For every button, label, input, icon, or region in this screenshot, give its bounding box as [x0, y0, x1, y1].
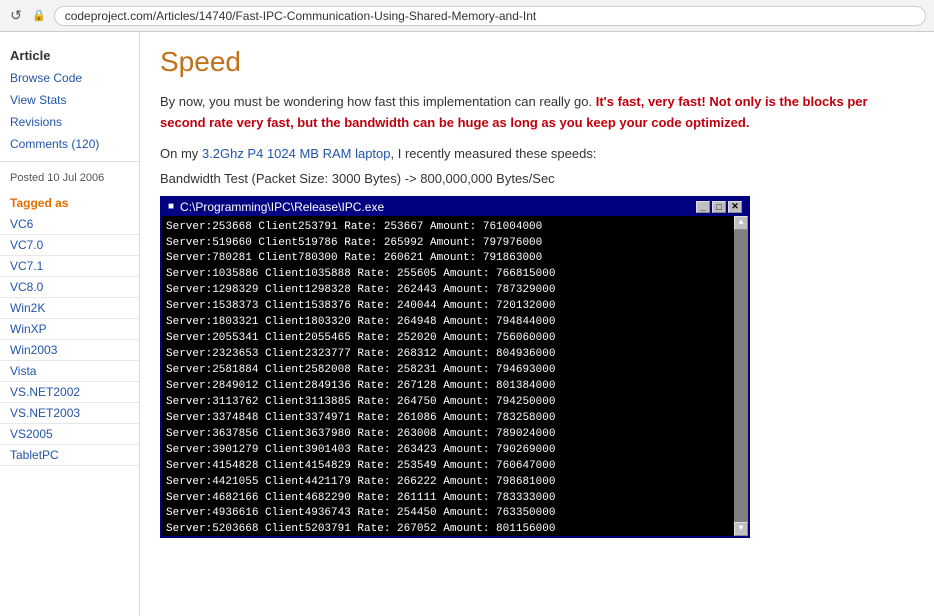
- console-scrollbar[interactable]: ▲ ▼: [734, 216, 748, 536]
- console-line: Server:3113762 Client3113885 Rate: 26475…: [166, 395, 728, 411]
- lock-icon: 🔒: [32, 9, 46, 22]
- main-content: Speed By now, you must be wondering how …: [140, 32, 934, 616]
- sidebar-tagged-label: Tagged as: [0, 188, 139, 214]
- sidebar-article-title: Article: [0, 42, 139, 67]
- intro-text-part1: By now, you must be wondering how fast t…: [160, 94, 596, 109]
- console-scroll-down[interactable]: ▼: [734, 522, 748, 536]
- console-line: Server:253668 Client253791 Rate: 253667 …: [166, 220, 728, 236]
- console-close-button[interactable]: ✕: [728, 201, 742, 213]
- console-title: C:\Programming\IPC\Release\IPC.exe: [180, 200, 384, 214]
- sidebar-tag-vc6[interactable]: VC6: [0, 214, 139, 235]
- console-titlebar-buttons: _ □ ✕: [696, 201, 742, 213]
- sidebar-divider: [0, 161, 139, 162]
- sidebar-item-revisions[interactable]: Revisions: [0, 111, 139, 133]
- console-line: Server:4154828 Client4154829 Rate: 25354…: [166, 459, 728, 475]
- console-line: Server:780281 Client780300 Rate: 260621 …: [166, 251, 728, 267]
- page-layout: Article Browse Code View Stats Revisions…: [0, 32, 934, 616]
- console-minimize-button[interactable]: _: [696, 201, 710, 213]
- sidebar-tag-vc80[interactable]: VC8.0: [0, 277, 139, 298]
- browser-bar: ↺ 🔒 codeproject.com/Articles/14740/Fast-…: [0, 0, 934, 32]
- console-line: Server:3901279 Client3901403 Rate: 26342…: [166, 443, 728, 459]
- sidebar-tag-winxp[interactable]: WinXP: [0, 319, 139, 340]
- speed-note: On my 3.2Ghz P4 1024 MB RAM laptop, I re…: [160, 146, 914, 161]
- console-line: Server:2581884 Client2582008 Rate: 25823…: [166, 363, 728, 379]
- console-line: Server:3374848 Client3374971 Rate: 26108…: [166, 411, 728, 427]
- sidebar-item-browse-code[interactable]: Browse Code: [0, 67, 139, 89]
- console-app-icon: ■: [168, 201, 174, 212]
- console-line: Server:4682166 Client4682290 Rate: 26111…: [166, 491, 728, 507]
- console-scroll-track: [734, 230, 748, 522]
- console-line: Server:2055341 Client2055465 Rate: 25202…: [166, 331, 728, 347]
- console-line: Server:1298329 Client1298328 Rate: 26244…: [166, 283, 728, 299]
- speed-note-suffix: , I recently measured these speeds:: [391, 146, 597, 161]
- console-line: Server:4421055 Client4421179 Rate: 26622…: [166, 475, 728, 491]
- section-title: Speed: [160, 46, 914, 78]
- console-line: Server:1538373 Client1538376 Rate: 24004…: [166, 299, 728, 315]
- sidebar-tag-win2003[interactable]: Win2003: [0, 340, 139, 361]
- console-line: Server:1035886 Client1035888 Rate: 25560…: [166, 267, 728, 283]
- console-line: Server:1803321 Client1803320 Rate: 26494…: [166, 315, 728, 331]
- console-line: Server:2849012 Client2849136 Rate: 26712…: [166, 379, 728, 395]
- console-titlebar: ■ C:\Programming\IPC\Release\IPC.exe _ □…: [162, 198, 748, 216]
- console-maximize-button[interactable]: □: [712, 201, 726, 213]
- sidebar-tag-win2k[interactable]: Win2K: [0, 298, 139, 319]
- speed-note-text: On my: [160, 146, 202, 161]
- speed-note-link[interactable]: 3.2Ghz P4 1024 MB RAM laptop: [202, 146, 391, 161]
- sidebar-tag-vs2005[interactable]: VS2005: [0, 424, 139, 445]
- console-body: Server:253668 Client253791 Rate: 253667 …: [162, 216, 748, 536]
- sidebar-item-view-stats[interactable]: View Stats: [0, 89, 139, 111]
- console-scroll-up[interactable]: ▲: [734, 216, 748, 230]
- console-line: Server:519660 Client519786 Rate: 265992 …: [166, 236, 728, 252]
- console-line: Server:4936616 Client4936743 Rate: 25445…: [166, 506, 728, 522]
- refresh-icon[interactable]: ↺: [8, 8, 24, 24]
- sidebar-item-comments[interactable]: Comments (120): [0, 133, 139, 155]
- sidebar-posted: Posted 10 Jul 2006: [0, 168, 139, 188]
- sidebar-tag-vsnet2002[interactable]: VS.NET2002: [0, 382, 139, 403]
- sidebar-tag-vista[interactable]: Vista: [0, 361, 139, 382]
- intro-text: By now, you must be wondering how fast t…: [160, 92, 914, 134]
- console-line: Server:5203668 Client5203791 Rate: 26705…: [166, 522, 728, 535]
- console-titlebar-left: ■ C:\Programming\IPC\Release\IPC.exe: [168, 200, 384, 214]
- console-window: ■ C:\Programming\IPC\Release\IPC.exe _ □…: [160, 196, 750, 538]
- bandwidth-label: Bandwidth Test (Packet Size: 3000 Bytes)…: [160, 171, 914, 186]
- address-bar[interactable]: codeproject.com/Articles/14740/Fast-IPC-…: [54, 6, 926, 26]
- console-line: Server:3637856 Client3637980 Rate: 26300…: [166, 427, 728, 443]
- sidebar-tag-vc71[interactable]: VC7.1: [0, 256, 139, 277]
- console-text: Server:253668 Client253791 Rate: 253667 …: [166, 220, 744, 536]
- sidebar-tag-vsnet2003[interactable]: VS.NET2003: [0, 403, 139, 424]
- sidebar: Article Browse Code View Stats Revisions…: [0, 32, 140, 616]
- sidebar-tag-vc70[interactable]: VC7.0: [0, 235, 139, 256]
- console-line: Server:2323653 Client2323777 Rate: 26831…: [166, 347, 728, 363]
- sidebar-tag-tabletpc[interactable]: TabletPC: [0, 445, 139, 466]
